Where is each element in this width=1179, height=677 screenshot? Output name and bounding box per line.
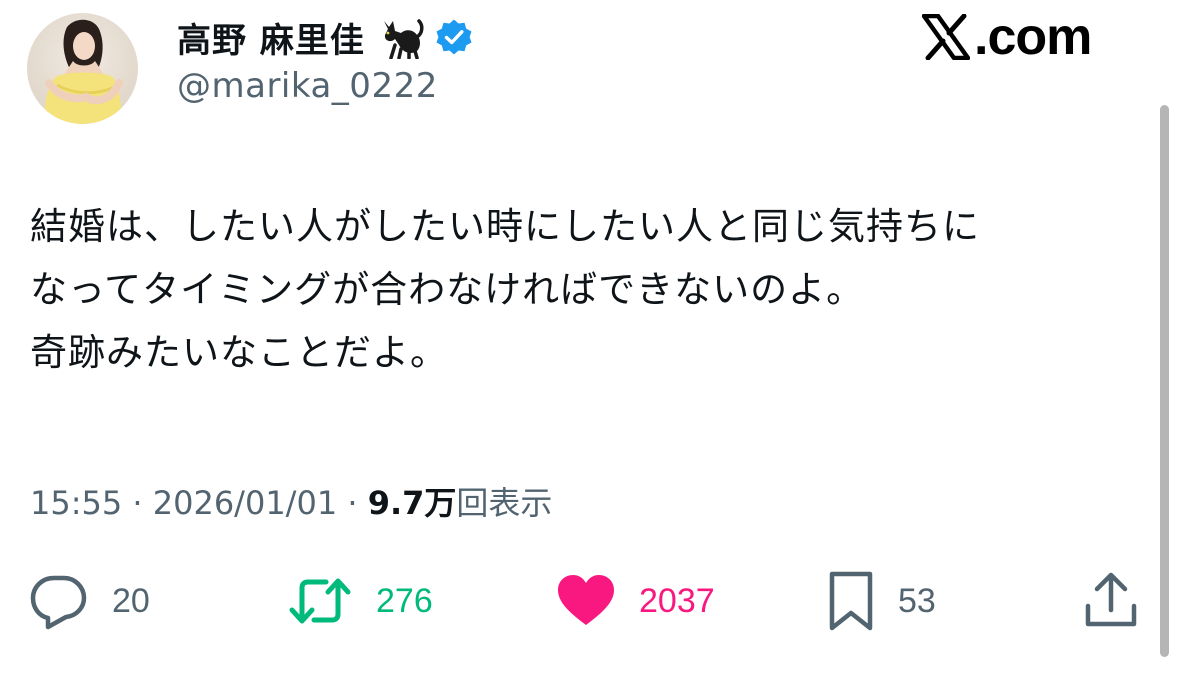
profile-avatar[interactable] bbox=[27, 13, 138, 124]
site-domain: .com bbox=[974, 8, 1092, 66]
meta-separator: · bbox=[337, 484, 368, 522]
tweet-card: 高野 麻里佳 @marika_0222 .com 結婚は、したい人がしたい時にし… bbox=[0, 0, 1179, 677]
user-handle[interactable]: @marika_0222 bbox=[177, 66, 438, 106]
x-logo-icon bbox=[922, 14, 970, 60]
like-count: 2037 bbox=[639, 581, 715, 620]
bookmark-count: 53 bbox=[898, 581, 936, 620]
action-bar: 20 276 2037 53 bbox=[0, 570, 1179, 632]
retweet-count: 276 bbox=[376, 581, 433, 620]
share-button[interactable] bbox=[1083, 570, 1139, 632]
tweet-line: 奇跡みたいなことだよ。 bbox=[30, 331, 448, 374]
retweet-button[interactable]: 276 bbox=[286, 570, 433, 632]
retweet-icon bbox=[289, 578, 351, 624]
black-cat-emoji-icon bbox=[383, 19, 424, 59]
tweet-text: 結婚は、したい人がしたい時にしたい人と同じ気持ちに なってタイミングが合わなけれ… bbox=[30, 195, 1155, 384]
scrollbar[interactable] bbox=[1160, 105, 1169, 657]
reply-button[interactable]: 20 bbox=[28, 570, 150, 632]
bookmark-button[interactable]: 53 bbox=[826, 570, 936, 632]
share-icon bbox=[1085, 572, 1137, 627]
avatar-image bbox=[27, 13, 138, 124]
display-name[interactable]: 高野 麻里佳 bbox=[177, 13, 365, 62]
reply-count: 20 bbox=[112, 581, 150, 620]
bookmark-icon bbox=[829, 571, 873, 631]
x-com-logo: .com bbox=[922, 6, 1092, 68]
author-name-row: 高野 麻里佳 bbox=[177, 13, 473, 61]
meta-separator: · bbox=[122, 484, 153, 522]
tweet-meta: 15:55 · 2026/01/01 · 9.7万回表示 bbox=[30, 478, 552, 524]
tweet-line: 結婚は、したい人がしたい時にしたい人と同じ気持ちに bbox=[30, 205, 980, 248]
tweet-time[interactable]: 15:55 bbox=[30, 484, 122, 522]
reply-icon bbox=[30, 575, 87, 630]
like-heart-icon bbox=[558, 575, 614, 625]
tweet-line: なってタイミングが合わなければできないのよ。 bbox=[30, 268, 865, 311]
like-button[interactable]: 2037 bbox=[555, 570, 715, 632]
tweet-date[interactable]: 2026/01/01 bbox=[153, 484, 337, 522]
views-label: 回表示 bbox=[456, 484, 553, 522]
views-count: 9.7万 bbox=[367, 484, 457, 522]
verified-badge-icon[interactable] bbox=[435, 18, 473, 56]
